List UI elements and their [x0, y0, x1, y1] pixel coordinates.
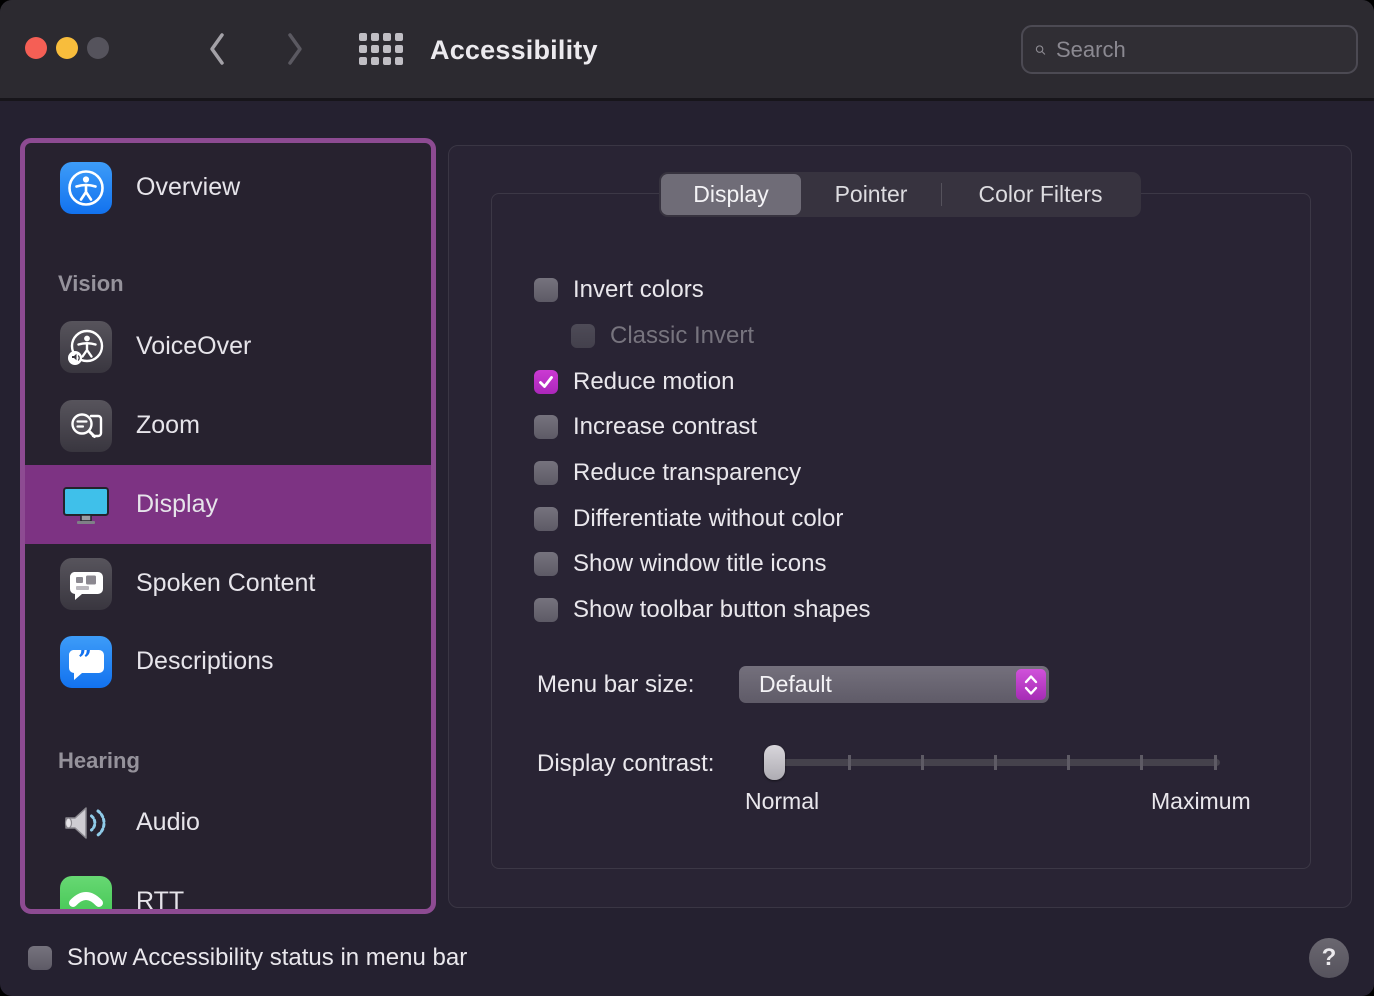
sidebar-item-label: Audio — [136, 808, 200, 837]
checkbox-show-accessibility-status[interactable] — [28, 946, 52, 970]
checkbox-row-increase-contrast[interactable]: Increase contrast — [534, 413, 757, 441]
checkbox-label: Reduce transparency — [573, 459, 801, 487]
sidebar-section-hearing: Hearing — [58, 748, 140, 774]
sidebar-item-label: Display — [136, 490, 218, 519]
chevron-up-down-icon — [1022, 673, 1040, 697]
checkbox-label: Reduce motion — [573, 368, 734, 396]
zoom-window-button — [87, 37, 109, 59]
sidebar: Overview Vision VoiceOver — [20, 138, 436, 914]
accessibility-overview-icon — [60, 162, 112, 214]
checkbox-row-reduce-transparency[interactable]: Reduce transparency — [534, 459, 801, 487]
search-input[interactable] — [1056, 37, 1344, 63]
sidebar-item-spoken-content[interactable]: Spoken Content — [25, 544, 431, 623]
checkbox-increase-contrast[interactable] — [534, 415, 558, 439]
checkbox-label: Invert colors — [573, 276, 704, 304]
question-mark-icon: ? — [1322, 944, 1337, 972]
slider-tick — [1067, 755, 1070, 770]
checkmark-icon — [537, 373, 555, 391]
forward-button[interactable] — [280, 30, 310, 68]
display-contrast-slider[interactable] — [770, 759, 1220, 766]
sidebar-section-vision: Vision — [58, 271, 124, 297]
slider-tick — [994, 755, 997, 770]
title-bar: Accessibility — [0, 0, 1374, 101]
slider-tick — [1214, 755, 1217, 770]
sidebar-item-display[interactable]: Display — [25, 465, 431, 544]
checkbox-row-show-toolbar-button-shapes[interactable]: Show toolbar button shapes — [534, 596, 871, 624]
svg-text:”: ” — [78, 645, 92, 674]
sidebar-item-label: Descriptions — [136, 647, 274, 676]
slider-min-label: Normal — [745, 788, 819, 815]
checkbox-label: Increase contrast — [573, 413, 757, 441]
checkbox-label: Show toolbar button shapes — [573, 596, 871, 624]
checkbox-show-window-title-icons[interactable] — [534, 552, 558, 576]
checkbox-reduce-transparency[interactable] — [534, 461, 558, 485]
close-window-button[interactable] — [25, 37, 47, 59]
checkbox-show-toolbar-button-shapes[interactable] — [534, 598, 558, 622]
menu-bar-size-value: Default — [759, 671, 832, 698]
slider-tick — [848, 755, 851, 770]
display-contrast-label: Display contrast: — [537, 750, 714, 778]
checkbox-label: Classic Invert — [610, 322, 754, 350]
back-button[interactable] — [202, 30, 232, 68]
checkbox-row-classic-invert: Classic Invert — [571, 322, 754, 350]
sidebar-item-audio[interactable]: Audio — [25, 783, 431, 862]
display-settings-panel: Invert colors Classic Invert Reduce moti… — [448, 145, 1352, 908]
checkbox-label: Show window title icons — [573, 550, 826, 578]
chevron-left-icon — [206, 31, 228, 67]
tab-display[interactable]: Display — [661, 174, 801, 215]
search-field[interactable] — [1021, 25, 1358, 74]
menu-bar-size-popup[interactable]: Default — [739, 666, 1049, 703]
tab-bar: Display Pointer Color Filters — [659, 172, 1141, 217]
checkbox-row-reduce-motion[interactable]: Reduce motion — [534, 368, 734, 396]
page-title: Accessibility — [430, 0, 598, 101]
sidebar-item-label: Zoom — [136, 411, 200, 440]
checkbox-row-invert-colors[interactable]: Invert colors — [534, 276, 704, 304]
checkbox-row-show-window-title-icons[interactable]: Show window title icons — [534, 550, 826, 578]
voiceover-icon — [60, 321, 112, 373]
accessibility-preferences-window: Accessibility Overview — [0, 0, 1374, 996]
show-all-preferences-button[interactable] — [359, 33, 403, 67]
checkbox-invert-colors[interactable] — [534, 278, 558, 302]
sidebar-item-label: Overview — [136, 173, 240, 202]
sidebar-item-zoom[interactable]: Zoom — [25, 386, 431, 465]
sidebar-item-rtt[interactable]: RTT — [25, 862, 431, 914]
settings-group-box: Invert colors Classic Invert Reduce moti… — [491, 193, 1311, 869]
sidebar-item-overview[interactable]: Overview — [25, 148, 431, 227]
checkbox-reduce-motion[interactable] — [534, 370, 558, 394]
slider-max-label: Maximum — [1151, 788, 1251, 815]
tab-pointer[interactable]: Pointer — [801, 174, 941, 215]
slider-tick — [921, 755, 924, 770]
search-icon — [1035, 38, 1046, 62]
footer-checkbox-label: Show Accessibility status in menu bar — [67, 944, 467, 972]
sidebar-item-label: RTT — [136, 887, 184, 914]
sidebar-item-voiceover[interactable]: VoiceOver — [25, 307, 431, 386]
descriptions-icon: ” — [60, 636, 112, 688]
checkbox-differentiate-without-color[interactable] — [534, 507, 558, 531]
slider-tick — [1140, 755, 1143, 770]
tab-color-filters[interactable]: Color Filters — [942, 174, 1139, 215]
help-button[interactable]: ? — [1309, 938, 1349, 978]
audio-icon — [60, 797, 112, 849]
spoken-content-icon — [60, 558, 112, 610]
checkbox-classic-invert — [571, 324, 595, 348]
sidebar-item-label: VoiceOver — [136, 332, 251, 361]
menu-bar-size-label: Menu bar size: — [537, 671, 694, 699]
chevron-right-icon — [284, 31, 306, 67]
display-icon — [60, 479, 112, 531]
rtt-icon — [60, 876, 112, 915]
popup-stepper-cap — [1016, 669, 1046, 700]
checkbox-row-differentiate-without-color[interactable]: Differentiate without color — [534, 505, 843, 533]
sidebar-item-label: Spoken Content — [136, 569, 315, 598]
minimize-window-button[interactable] — [56, 37, 78, 59]
zoom-icon — [60, 400, 112, 452]
slider-thumb[interactable] — [764, 745, 785, 780]
sidebar-item-descriptions[interactable]: ” Descriptions — [25, 622, 431, 701]
footer-checkbox-row[interactable]: Show Accessibility status in menu bar — [28, 944, 467, 972]
checkbox-label: Differentiate without color — [573, 505, 843, 533]
